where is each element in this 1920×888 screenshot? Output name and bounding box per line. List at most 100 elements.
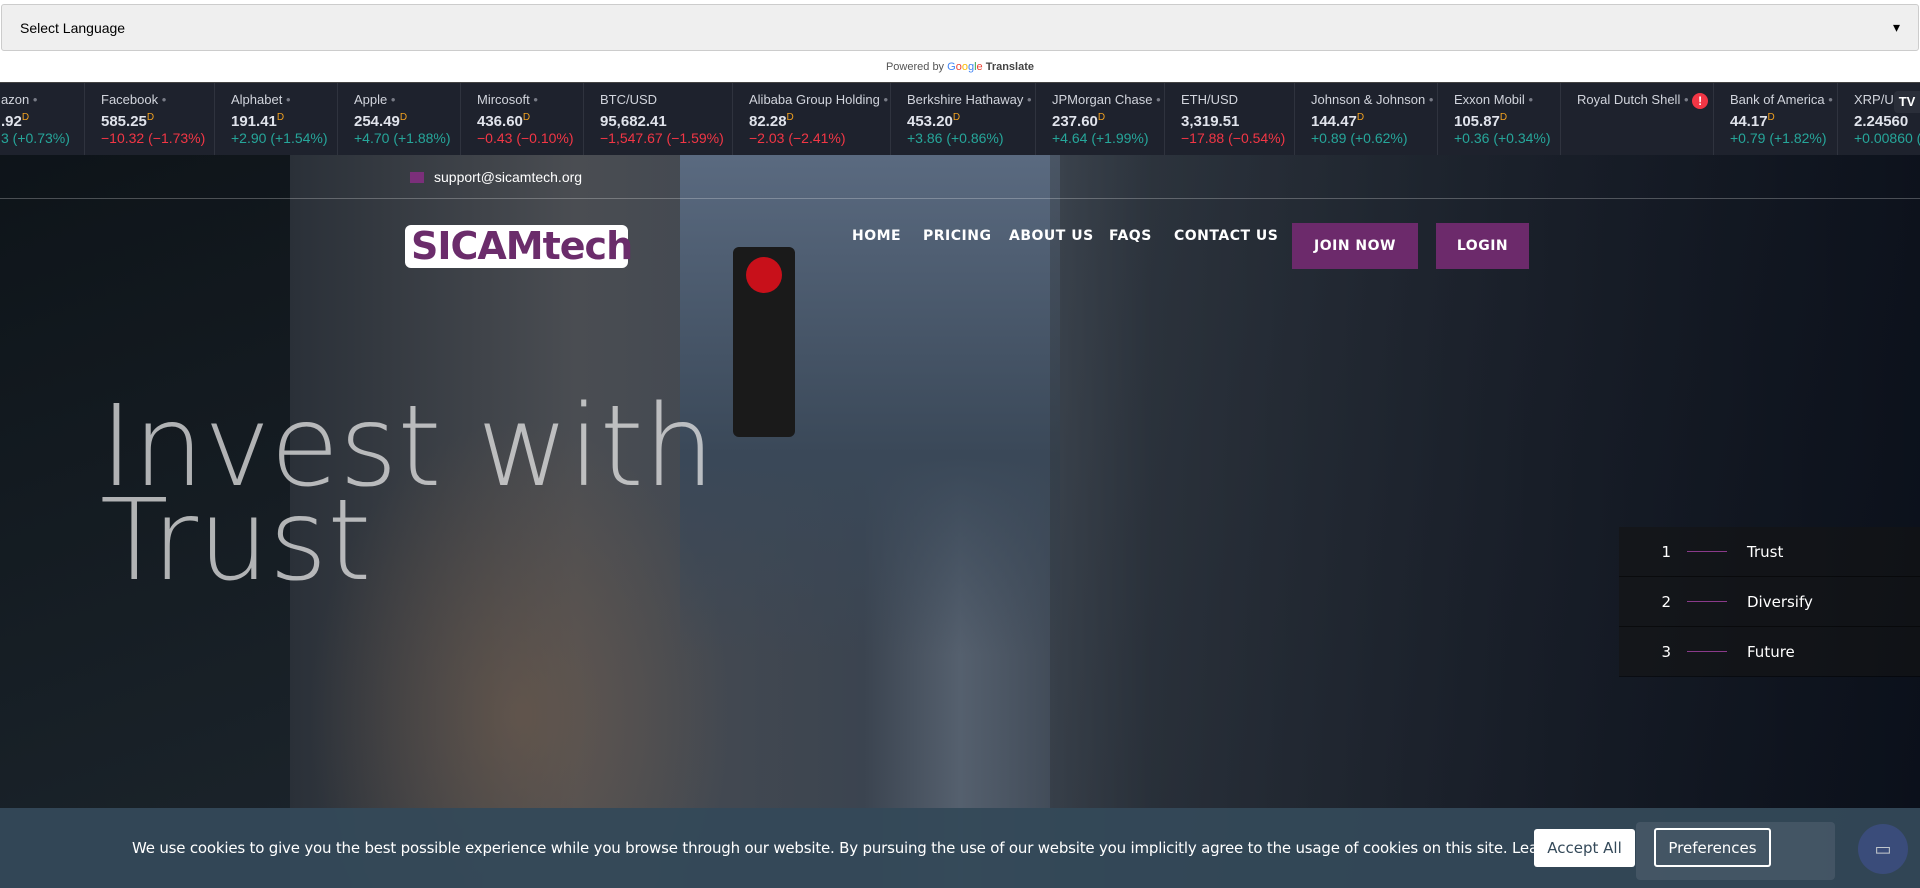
nav-faqs[interactable]: FAQS	[1109, 228, 1152, 244]
ticker-name: Alibaba Group Holding •	[749, 92, 888, 107]
cookie-banner: We use cookies to give you the best poss…	[0, 808, 1920, 888]
ticker-price: .92D	[1, 112, 30, 130]
ticker-name: azon •	[1, 92, 38, 107]
slide-label: Trust	[1747, 542, 1784, 561]
language-select[interactable]: Select Language ▾	[1, 4, 1919, 51]
slide-line	[1687, 601, 1727, 602]
ticker-name: BTC/USD	[600, 92, 658, 107]
ticker-name: Bank of America •	[1730, 92, 1833, 107]
slide-label: Future	[1747, 642, 1795, 661]
slide-number: 2	[1661, 592, 1671, 611]
ticker-item[interactable]: azon • .92D 3 (+0.73%)	[0, 83, 70, 155]
ticker-change: 3 (+0.73%)	[1, 130, 70, 146]
ticker-name: Alphabet •	[231, 92, 291, 107]
alert-icon: !	[1692, 92, 1709, 109]
ticker-name: Johnson & Johnson •	[1311, 92, 1434, 107]
ticker-change: +3.86 (+0.86%)	[907, 130, 1004, 146]
ticker-item[interactable]: Mircosoft • 436.60D −0.43 (−0.10%)	[460, 83, 574, 155]
accept-all-button[interactable]: Accept All	[1534, 829, 1635, 867]
ticker-change: +4.64 (+1.99%)	[1052, 130, 1149, 146]
slide-line	[1687, 551, 1727, 552]
ticker-change: +0.89 (+0.62%)	[1311, 130, 1408, 146]
ticker-price: 144.47D	[1311, 112, 1365, 130]
google-logo: Google	[947, 61, 983, 73]
ticker-item[interactable]: BTC/USD 95,682.41 −1,547.67 (−1.59%)	[583, 83, 724, 155]
ticker-price: 82.28D	[749, 112, 794, 130]
slider-navigation: 1 Trust 2 Diversify 3 Future	[1619, 527, 1920, 677]
traffic-light-image	[733, 247, 795, 437]
ticker-item[interactable]: Bank of America • 44.17D +0.79 (+1.82%)	[1713, 83, 1833, 155]
ticker-change: −2.03 (−2.41%)	[749, 130, 846, 146]
ticker-change: +0.79 (+1.82%)	[1730, 130, 1827, 146]
hero-headline: Invest with Trust	[100, 391, 715, 597]
ticker-item[interactable]: Alphabet • 191.41D +2.90 (+1.54%)	[214, 83, 328, 155]
login-button[interactable]: LOGIN	[1436, 223, 1529, 269]
ticker-change: −1,547.67 (−1.59%)	[600, 130, 724, 146]
ticker-item[interactable]: Berkshire Hathaway • 453.20D +3.86 (+0.8…	[890, 83, 1032, 155]
envelope-icon	[410, 171, 424, 183]
slide-tab-future[interactable]: 3 Future	[1619, 627, 1920, 677]
slide-line	[1687, 651, 1727, 652]
ticker-name: ETH/USD	[1181, 92, 1239, 107]
ticker-item[interactable]: Alibaba Group Holding • 82.28D −2.03 (−2…	[732, 83, 888, 155]
ticker-change: −10.32 (−1.73%)	[101, 130, 206, 146]
ticker-item[interactable]: XRP/USD 2.24560 +0.00860 (+	[1837, 83, 1920, 155]
ticker-item[interactable]: Apple • 254.49D +4.70 (+1.88%)	[337, 83, 451, 155]
powered-by-label: Powered by	[885, 61, 945, 73]
ticker-item[interactable]: JPMorgan Chase • 237.60D +4.64 (+1.99%)	[1035, 83, 1161, 155]
ticker-change: +4.70 (+1.88%)	[354, 130, 451, 146]
join-now-button[interactable]: JOIN NOW	[1292, 223, 1418, 269]
ticker-item[interactable]: Facebook • 585.25D −10.32 (−1.73%)	[84, 83, 205, 155]
nav-about-us[interactable]: ABOUT US	[1009, 228, 1094, 244]
chevron-down-icon: ▾	[1892, 19, 1900, 35]
ticker-name: Berkshire Hathaway •	[907, 92, 1032, 107]
ticker-price: 237.60D	[1052, 112, 1106, 130]
ticker-item[interactable]: Johnson & Johnson • 144.47D +0.89 (+0.62…	[1294, 83, 1433, 155]
header-divider	[0, 198, 1920, 199]
ticker-price: 453.20D	[907, 112, 961, 130]
cookie-message: We use cookies to give you the best poss…	[132, 839, 1596, 857]
preferences-button[interactable]: Preferences	[1654, 828, 1771, 867]
ticker-change: −0.43 (−0.10%)	[477, 130, 574, 146]
ticker-change: +2.90 (+1.54%)	[231, 130, 328, 146]
site-logo[interactable]: SICAMtech	[405, 225, 633, 268]
ticker-name: Mircosoft •	[477, 92, 538, 107]
ticker-price: 254.49D	[354, 112, 408, 130]
support-email-text: support@sicamtech.org	[434, 169, 583, 185]
ticker-name: Facebook •	[101, 92, 167, 107]
ticker-name: Exxon Mobil •	[1454, 92, 1533, 107]
chat-icon[interactable]: ▭	[1858, 824, 1908, 874]
slide-tab-diversify[interactable]: 2 Diversify	[1619, 577, 1920, 627]
ticker-name: JPMorgan Chase •	[1052, 92, 1161, 107]
ticker-item[interactable]: ETH/USD 3,319.51 −17.88 (−0.54%)	[1164, 83, 1285, 155]
translate-link[interactable]: Translate	[986, 61, 1034, 73]
slide-tab-trust[interactable]: 1 Trust	[1619, 527, 1920, 577]
nav-contact-us[interactable]: CONTACT US	[1174, 228, 1278, 244]
stock-ticker-tape: azon • .92D 3 (+0.73%) Facebook • 585.25D…	[0, 82, 1920, 155]
nav-home[interactable]: HOME	[852, 228, 901, 244]
ticker-price: 44.17D	[1730, 112, 1775, 130]
ticker-change: +0.00860 (+	[1854, 130, 1920, 146]
slide-number: 3	[1661, 642, 1671, 661]
ticker-price: 2.24560	[1854, 113, 1909, 130]
powered-by-google-translate: Powered by Google Translate	[0, 61, 1920, 73]
nav-pricing[interactable]: PRICING	[923, 228, 991, 244]
ticker-price: 191.41D	[231, 112, 285, 130]
ticker-item[interactable]: Royal Dutch Shell • !	[1560, 83, 1709, 155]
ticker-name: Royal Dutch Shell • !	[1577, 92, 1709, 109]
ticker-price: 3,319.51	[1181, 113, 1240, 130]
support-email[interactable]: support@sicamtech.org	[410, 169, 582, 185]
language-select-value: Select Language	[20, 19, 126, 36]
ticker-item[interactable]: Exxon Mobil • 105.87D +0.36 (+0.34%)	[1437, 83, 1551, 155]
slide-number: 1	[1661, 542, 1671, 561]
ticker-change: −17.88 (−0.54%)	[1181, 130, 1286, 146]
ticker-price: 95,682.41	[600, 113, 667, 130]
cookie-text: We use cookies to give you the best poss…	[132, 839, 1508, 857]
ticker-name: Apple •	[354, 92, 396, 107]
ticker-change: +0.36 (+0.34%)	[1454, 130, 1551, 146]
tradingview-logo[interactable]: TV	[1894, 91, 1920, 113]
ticker-price: 105.87D	[1454, 112, 1508, 130]
slide-label: Diversify	[1747, 592, 1813, 611]
ticker-price: 436.60D	[477, 112, 531, 130]
ticker-price: 585.25D	[101, 112, 155, 130]
